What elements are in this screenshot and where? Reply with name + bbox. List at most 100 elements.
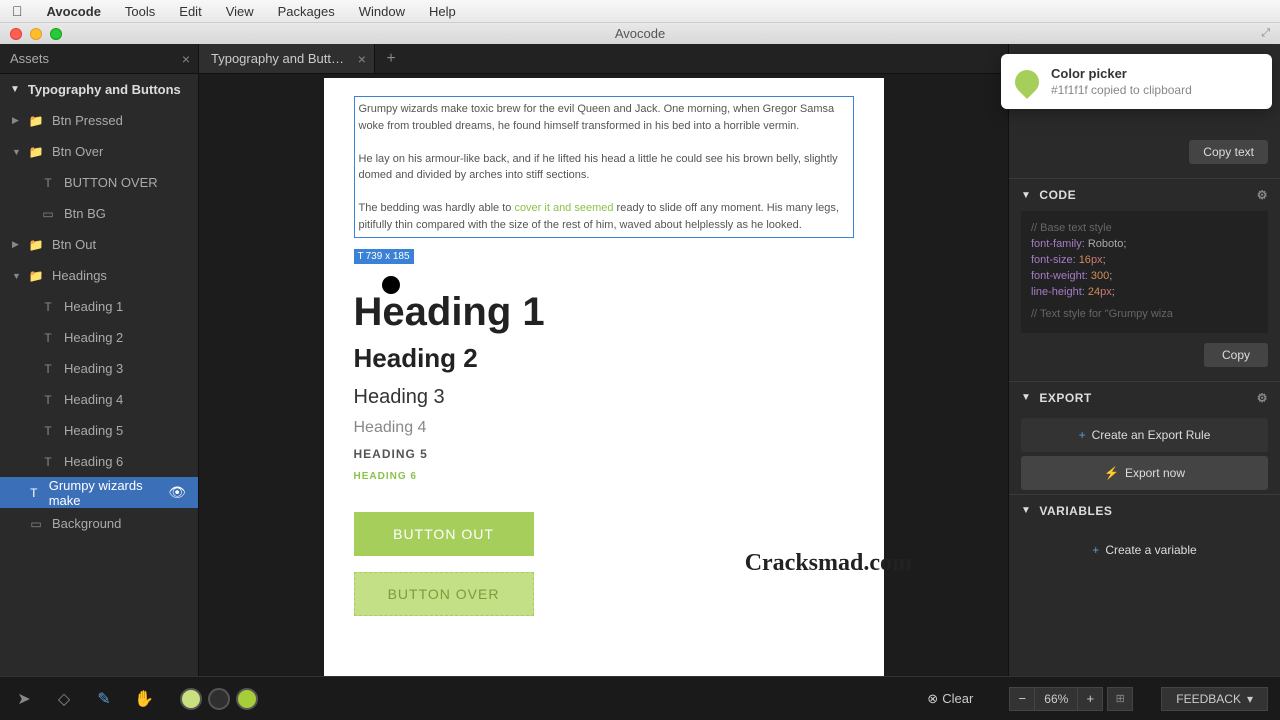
menu-packages[interactable]: Packages [278, 4, 335, 19]
menu-edit[interactable]: Edit [179, 4, 201, 19]
copy-css-button[interactable]: Copy [1204, 343, 1268, 367]
lightning-icon: ⚡ [1104, 466, 1119, 480]
inspector-panel: Color picker #1f1f1f copied to clipboard… [1008, 44, 1280, 676]
paragraph-3a: The bedding was hardly able to [359, 202, 515, 214]
chevron-icon: ▶ [12, 239, 20, 250]
layer-list: ▶📁Btn Pressed▼📁Btn OverTBUTTON OVER▭Btn … [0, 105, 198, 539]
sidebar-tab-assets[interactable]: Assets × [0, 44, 198, 73]
code-section-header[interactable]: ▼ CODE ⚙ [1009, 179, 1280, 211]
text-icon: T [40, 331, 56, 345]
layer-row[interactable]: ▼📁Headings [0, 260, 198, 291]
heading-5[interactable]: HEADING 5 [354, 447, 854, 461]
heading-4[interactable]: Heading 4 [354, 419, 854, 437]
minimize-window-button[interactable] [30, 28, 42, 40]
eraser-tool[interactable]: ◇ [52, 689, 76, 709]
selected-text-block[interactable]: Grumpy wizards make toxic brew for the e… [354, 96, 854, 238]
color-swatches [180, 688, 258, 710]
layer-label: Btn Out [52, 237, 96, 252]
menu-help[interactable]: Help [429, 4, 456, 19]
layer-row[interactable]: THeading 2 [0, 322, 198, 353]
app-name[interactable]: Avocode [47, 4, 101, 19]
heading-1[interactable]: Heading 1 [354, 288, 854, 335]
chevron-down-icon: ▼ [1021, 190, 1031, 201]
layer-row[interactable]: TBUTTON OVER [0, 167, 198, 198]
layer-row[interactable]: THeading 4 [0, 384, 198, 415]
eyedropper-tool[interactable]: ✎ [92, 689, 116, 709]
add-tab-button[interactable]: + [375, 50, 407, 68]
export-section-title: EXPORT [1039, 391, 1091, 405]
swatch-2[interactable] [208, 688, 230, 710]
export-section-header[interactable]: ▼ EXPORT ⚙ [1009, 382, 1280, 414]
button-over[interactable]: BUTTON OVER [354, 572, 534, 616]
chevron-icon: ▼ [12, 147, 20, 157]
zoom-out-button[interactable]: − [1009, 687, 1035, 711]
close-window-button[interactable] [10, 28, 22, 40]
layer-label: Heading 4 [64, 392, 123, 407]
variables-section: ▼ VARIABLES + Create a variable [1009, 494, 1280, 567]
layer-row[interactable]: ▶📁Btn Out [0, 229, 198, 260]
copy-text-button[interactable]: Copy text [1189, 140, 1268, 164]
layer-row[interactable]: ▼📁Btn Over [0, 136, 198, 167]
export-section: ▼ EXPORT ⚙ + Create an Export Rule ⚡ Exp… [1009, 381, 1280, 494]
chevron-icon: ▶ [12, 115, 20, 126]
layer-row[interactable]: ▶📁Btn Pressed [0, 105, 198, 136]
create-variable-button[interactable]: + Create a variable [1021, 533, 1268, 567]
canvas-viewport[interactable]: Grumpy wizards make toxic brew for the e… [199, 74, 1008, 676]
sidebar-title-label: Typography and Buttons [28, 82, 181, 97]
heading-2[interactable]: Heading 2 [354, 343, 854, 374]
apple-icon[interactable]:  [12, 3, 23, 19]
zoom-window-button[interactable] [50, 28, 62, 40]
layer-row[interactable]: ▭Background [0, 508, 198, 539]
sidebar-title[interactable]: ▼ Typography and Buttons [0, 74, 198, 105]
layer-label: Heading 6 [64, 454, 123, 469]
text-icon: T [40, 424, 56, 438]
zoom-value: 66% [1035, 687, 1077, 711]
heading-3[interactable]: Heading 3 [354, 386, 854, 409]
folder-icon: 📁 [28, 114, 44, 128]
gear-icon[interactable]: ⚙ [1257, 188, 1268, 202]
swatch-3[interactable] [236, 688, 258, 710]
menu-tools[interactable]: Tools [125, 4, 155, 19]
css-code-block[interactable]: // Base text style font-family: Roboto; … [1021, 211, 1268, 333]
heading-6[interactable]: HEADING 6 [354, 471, 854, 482]
canvas-tab[interactable]: Typography and Butt… × [199, 44, 375, 73]
ruler-button[interactable]: ⊞ [1107, 687, 1133, 711]
text-icon: T [40, 362, 56, 376]
headings-group: Heading 1 Heading 2 Heading 3 Heading 4 … [324, 264, 884, 482]
layer-label: Background [52, 516, 121, 531]
layer-row[interactable]: THeading 5 [0, 415, 198, 446]
layer-row[interactable]: THeading 6 [0, 446, 198, 477]
paragraph-2: He lay on his armour-like back, and if h… [359, 153, 838, 182]
clear-button[interactable]: ⊗ Clear [927, 691, 973, 707]
menu-view[interactable]: View [226, 4, 254, 19]
visibility-icon[interactable]: 👁 [168, 484, 186, 501]
close-icon[interactable]: × [182, 51, 190, 67]
button-out[interactable]: BUTTON OUT [354, 512, 534, 556]
hand-tool[interactable]: ✋ [132, 689, 156, 709]
zoom-controls: − 66% + ⊞ [1009, 687, 1133, 711]
code-section: ▼ CODE ⚙ // Base text style font-family:… [1009, 178, 1280, 381]
feedback-button[interactable]: FEEDBACK ▾ [1161, 687, 1268, 711]
selection-size-badge: T 739 x 185 [354, 249, 414, 264]
tool-group: ➤ ◇ ✎ ✋ [12, 689, 156, 709]
export-now-button[interactable]: ⚡ Export now [1021, 456, 1268, 490]
layer-row[interactable]: TGrumpy wizards make👁 [0, 477, 198, 508]
variables-section-header[interactable]: ▼ VARIABLES [1009, 495, 1280, 527]
layer-row[interactable]: THeading 3 [0, 353, 198, 384]
menu-window[interactable]: Window [359, 4, 405, 19]
close-icon[interactable]: × [358, 51, 366, 67]
plus-icon: + [1079, 428, 1086, 442]
layer-row[interactable]: ▭ Btn BG [0, 198, 198, 229]
swatch-1[interactable] [180, 688, 202, 710]
zoom-in-button[interactable]: + [1077, 687, 1103, 711]
pointer-tool[interactable]: ➤ [12, 689, 36, 709]
create-export-rule-button[interactable]: + Create an Export Rule [1021, 418, 1268, 452]
layers-sidebar: Assets × ▼ Typography and Buttons ▶📁Btn … [0, 44, 199, 676]
window-title: Avocode [615, 26, 665, 41]
layer-row[interactable]: THeading 1 [0, 291, 198, 322]
layer-label: Btn BG [64, 206, 106, 221]
shape-icon: ▭ [40, 207, 56, 221]
sidebar-tab-label: Assets [10, 51, 49, 66]
fullscreen-icon[interactable]: ⤢ [1261, 27, 1270, 40]
gear-icon[interactable]: ⚙ [1257, 391, 1268, 405]
